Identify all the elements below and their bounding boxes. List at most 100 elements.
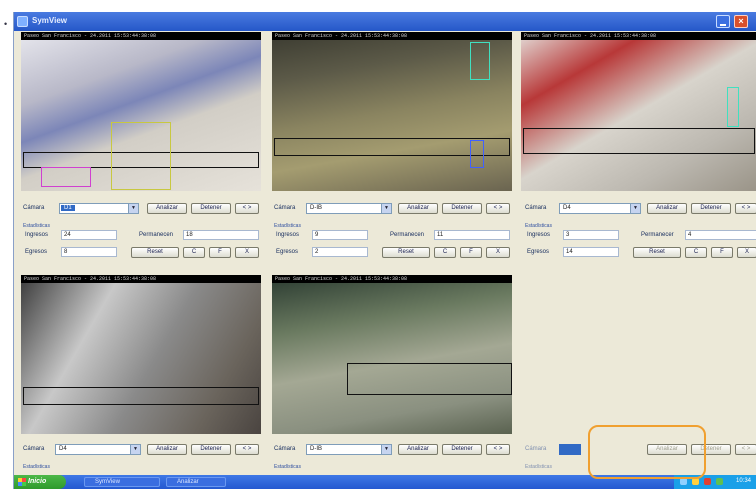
camera-select[interactable]: D-IB ▼ bbox=[306, 203, 392, 214]
toggle-button[interactable]: < > bbox=[235, 203, 259, 214]
update-icon[interactable] bbox=[716, 478, 723, 485]
stats-section-title: Estadísticas bbox=[525, 223, 552, 229]
camera-label: Cámara bbox=[525, 205, 547, 211]
app-window: SymView × Paseo San Francisco - 24.2011 … bbox=[13, 12, 756, 489]
reset-button[interactable]: Reset bbox=[382, 247, 430, 258]
stat-value: 3 bbox=[563, 230, 619, 240]
analyze-button[interactable]: Analizar bbox=[147, 444, 187, 455]
camera-view-5[interactable]: Paseo San Francisco - 24.2011 15:53:44:3… bbox=[272, 275, 512, 434]
toggle-button[interactable]: < > bbox=[735, 444, 756, 455]
security-icon[interactable] bbox=[704, 478, 711, 485]
action-f-button[interactable]: F bbox=[711, 247, 733, 258]
title-bar: SymView × bbox=[14, 12, 756, 31]
toggle-button[interactable]: < > bbox=[735, 203, 756, 214]
detection-zone bbox=[23, 387, 259, 405]
camera-caption: Paseo San Francisco - 24.2011 15:53:44:3… bbox=[21, 275, 261, 283]
action-c-button[interactable]: C bbox=[434, 247, 456, 258]
stat-label: Egresos bbox=[25, 249, 48, 255]
camera-controls-2: Cámara D-IB ▼ Analizar Detener < > Estad… bbox=[272, 193, 512, 272]
stat-label: Permanecen bbox=[390, 232, 425, 238]
person-box bbox=[470, 140, 484, 168]
stat-label: Ingresos bbox=[276, 232, 300, 238]
camera-controls-1: Cámara D1 ▼ Analizar Detener < > Estadís… bbox=[21, 193, 261, 272]
stop-button[interactable]: Detener bbox=[442, 203, 482, 214]
stat-label: Ingresos bbox=[527, 232, 551, 238]
camera-label: Cámara bbox=[274, 205, 296, 211]
detection-zone bbox=[347, 363, 512, 395]
stats-section-title: Estadísticas bbox=[23, 464, 50, 470]
camera-label: Cámara bbox=[23, 205, 45, 211]
start-button[interactable]: Inicio bbox=[14, 475, 66, 489]
action-f-button[interactable]: F bbox=[460, 247, 482, 258]
analyze-button[interactable]: Analizar bbox=[398, 203, 438, 214]
action-x-button[interactable]: X bbox=[235, 247, 259, 258]
camera-caption: Paseo San Francisco - 24.2011 15:53:44:3… bbox=[21, 32, 261, 40]
bullet-marker: • bbox=[4, 19, 8, 29]
stat-value: 14 bbox=[563, 247, 619, 257]
camera-view-3[interactable]: Paseo San Francisco - 24.2011 15:53:44:3… bbox=[521, 32, 756, 191]
action-x-button[interactable]: X bbox=[486, 247, 510, 258]
stat-label: Egresos bbox=[276, 249, 299, 255]
empty-camera-slot bbox=[521, 275, 756, 434]
reset-button[interactable]: Reset bbox=[633, 247, 681, 258]
app-icon bbox=[17, 16, 28, 27]
person-box bbox=[727, 87, 739, 127]
highlight-circle bbox=[588, 425, 706, 479]
chevron-down-icon[interactable]: ▼ bbox=[381, 445, 391, 454]
stop-button[interactable]: Detener bbox=[691, 203, 731, 214]
volume-icon[interactable] bbox=[692, 478, 699, 485]
camera-controls-4: Cámara D4 ▼ Analizar Detener < > Estadís… bbox=[21, 436, 261, 476]
network-icon[interactable] bbox=[680, 478, 687, 485]
camera-select[interactable] bbox=[559, 444, 581, 455]
stat-value: 18 bbox=[183, 230, 259, 240]
stop-button[interactable]: Detener bbox=[442, 444, 482, 455]
camera-select[interactable]: D4 ▼ bbox=[55, 444, 141, 455]
toggle-button[interactable]: < > bbox=[486, 444, 510, 455]
toggle-button[interactable]: < > bbox=[486, 203, 510, 214]
chevron-down-icon[interactable]: ▼ bbox=[130, 445, 140, 454]
camera-controls-3: Cámara D4 ▼ Analizar Detener < > Estadís… bbox=[521, 193, 756, 272]
camera-label: Cámara bbox=[274, 446, 296, 452]
toggle-button[interactable]: < > bbox=[235, 444, 259, 455]
camera-caption: Paseo San Francisco - 24.2011 15:53:44:3… bbox=[521, 32, 756, 40]
stats-section-title: Estadísticas bbox=[274, 223, 301, 229]
reset-button[interactable]: Reset bbox=[131, 247, 179, 258]
close-button[interactable]: × bbox=[734, 15, 748, 28]
stats-section-title: Estadísticas bbox=[525, 464, 552, 470]
action-c-button[interactable]: C bbox=[685, 247, 707, 258]
camera-caption: Paseo San Francisco - 24.2011 15:53:44:3… bbox=[272, 32, 512, 40]
action-f-button[interactable]: F bbox=[209, 247, 231, 258]
person-box bbox=[41, 167, 91, 187]
camera-view-1[interactable]: Paseo San Francisco - 24.2011 15:53:44:3… bbox=[21, 32, 261, 191]
stop-button[interactable]: Detener bbox=[191, 444, 231, 455]
camera-view-4[interactable]: Paseo San Francisco - 24.2011 15:53:44:3… bbox=[21, 275, 261, 434]
camera-select[interactable]: D-IB ▼ bbox=[306, 444, 392, 455]
window-title: SymView bbox=[32, 16, 67, 25]
chevron-down-icon[interactable]: ▼ bbox=[128, 204, 138, 213]
action-x-button[interactable]: X bbox=[737, 247, 756, 258]
analyze-button[interactable]: Analizar bbox=[147, 203, 187, 214]
camera-view-2[interactable]: Paseo San Francisco - 24.2011 15:53:44:3… bbox=[272, 32, 512, 191]
minimize-button[interactable] bbox=[716, 15, 730, 28]
stat-value: 24 bbox=[61, 230, 117, 240]
person-box bbox=[111, 122, 171, 190]
stat-value: 9 bbox=[312, 230, 368, 240]
stat-value: 11 bbox=[434, 230, 510, 240]
action-c-button[interactable]: C bbox=[183, 247, 205, 258]
chevron-down-icon[interactable]: ▼ bbox=[630, 204, 640, 213]
stat-value: 8 bbox=[61, 247, 117, 257]
camera-select[interactable]: D4 ▼ bbox=[559, 203, 641, 214]
analyze-button[interactable]: Analizar bbox=[647, 203, 687, 214]
camera-caption: Paseo San Francisco - 24.2011 15:53:44:3… bbox=[272, 275, 512, 283]
taskbar-item[interactable]: Analizar bbox=[166, 477, 226, 487]
stat-label: Permanecer bbox=[641, 232, 674, 238]
taskbar-item[interactable]: SymView bbox=[84, 477, 160, 487]
camera-select[interactable]: D1 ▼ bbox=[59, 203, 139, 214]
camera-label: Cámara bbox=[525, 446, 547, 452]
analyze-button[interactable]: Analizar bbox=[398, 444, 438, 455]
chevron-down-icon[interactable]: ▼ bbox=[381, 204, 391, 213]
stop-button[interactable]: Detener bbox=[191, 203, 231, 214]
stats-section-title: Estadísticas bbox=[23, 223, 50, 229]
stat-label: Egresos bbox=[527, 249, 550, 255]
stat-label: Ingresos bbox=[25, 232, 49, 238]
